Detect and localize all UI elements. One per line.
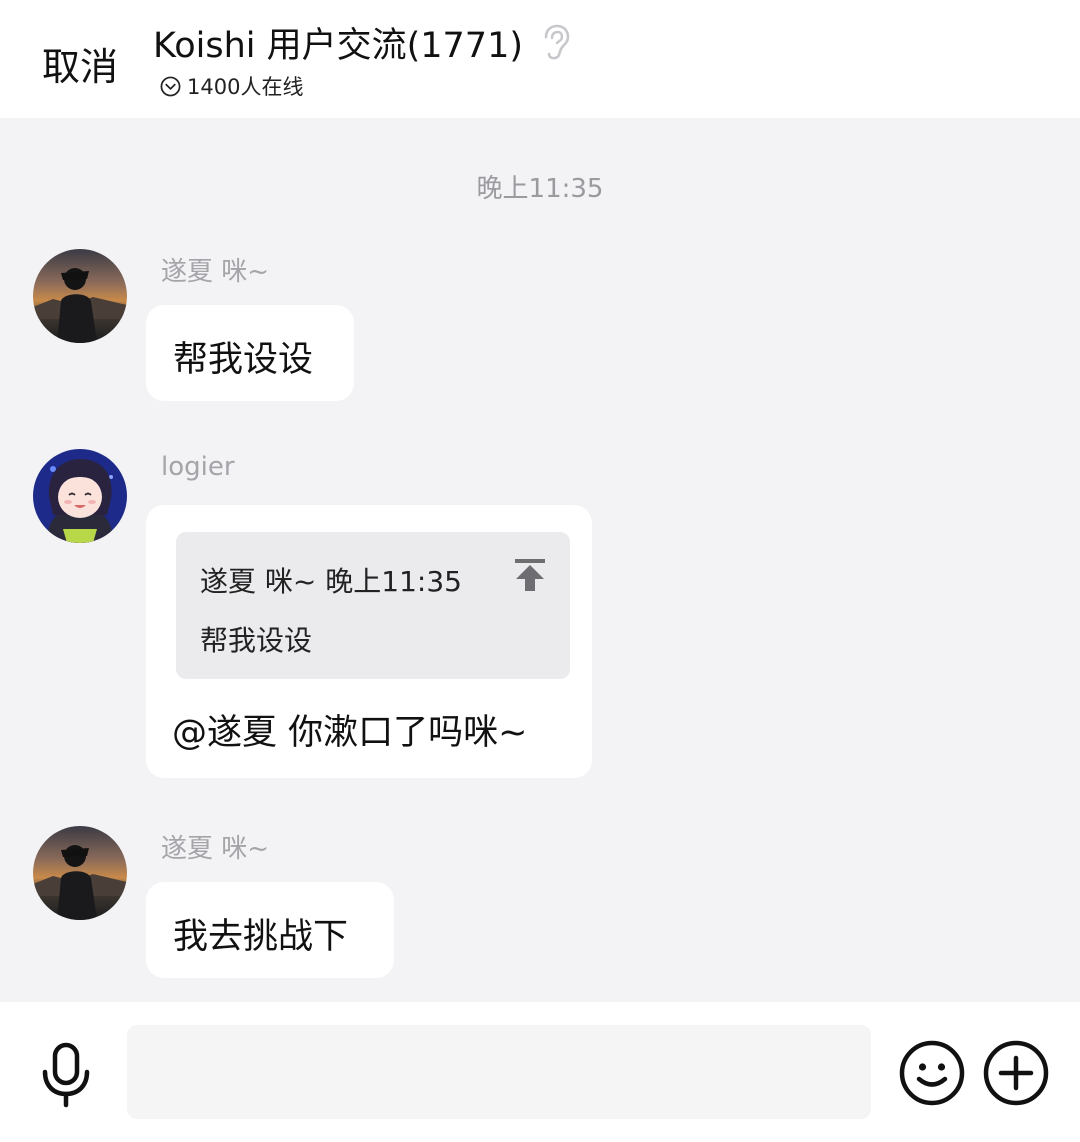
message-input[interactable] (127, 1025, 871, 1119)
pin-to-top-icon[interactable] (514, 558, 546, 592)
sender-name: 遂夏 咪~ (161, 834, 270, 864)
message-text: @遂夏 你漱口了吗咪~ (172, 713, 528, 753)
emoji-icon[interactable] (899, 1040, 965, 1106)
chat-title-bar[interactable]: Koishi 用户交流(1771) (153, 20, 571, 66)
quote-text: 帮我设设 (200, 624, 313, 657)
online-count: 1400人在线 (187, 75, 304, 99)
quote-sender-time: 遂夏 咪~ 晚上11:35 (200, 565, 462, 598)
ear-icon[interactable] (537, 23, 571, 61)
message-text: 帮我设设 (173, 340, 314, 380)
avatar-anime-girl (33, 449, 127, 543)
input-bar (0, 1002, 1080, 1142)
message-bubble[interactable]: 遂夏 咪~ 晚上11:35 帮我设设 @遂夏 你漱口了吗咪~ (146, 505, 592, 778)
quoted-message[interactable]: 遂夏 咪~ 晚上11:35 帮我设设 (176, 532, 570, 679)
chat-header: 取消 Koishi 用户交流(1771) 1400人在线 (0, 0, 1080, 118)
sender-name: logier (161, 452, 235, 482)
avatar[interactable] (33, 826, 127, 920)
message-bubble[interactable]: 我去挑战下 (146, 882, 394, 978)
timestamp: 晚上11:35 (476, 174, 604, 204)
plus-circle-icon[interactable] (983, 1040, 1049, 1106)
avatar[interactable] (33, 249, 127, 343)
microphone-icon[interactable] (38, 1042, 94, 1108)
avatar-sunset-photo (33, 826, 127, 920)
chevron-down-circle-icon (160, 76, 181, 96)
avatar[interactable] (33, 449, 127, 543)
message-list[interactable]: 晚上11:35 遂夏 咪~ 帮我设设 logier 遂夏 咪~ 晚上11:35 … (0, 118, 1080, 1002)
online-status[interactable]: 1400人在线 (160, 71, 303, 101)
message-bubble[interactable]: 帮我设设 (146, 305, 354, 401)
sender-name: 遂夏 咪~ (161, 257, 270, 287)
group-title: Koishi 用户交流(1771) (153, 25, 523, 66)
cancel-button[interactable]: 取消 (42, 36, 118, 91)
avatar-sunset-photo (33, 249, 127, 343)
message-text: 我去挑战下 (173, 917, 349, 957)
